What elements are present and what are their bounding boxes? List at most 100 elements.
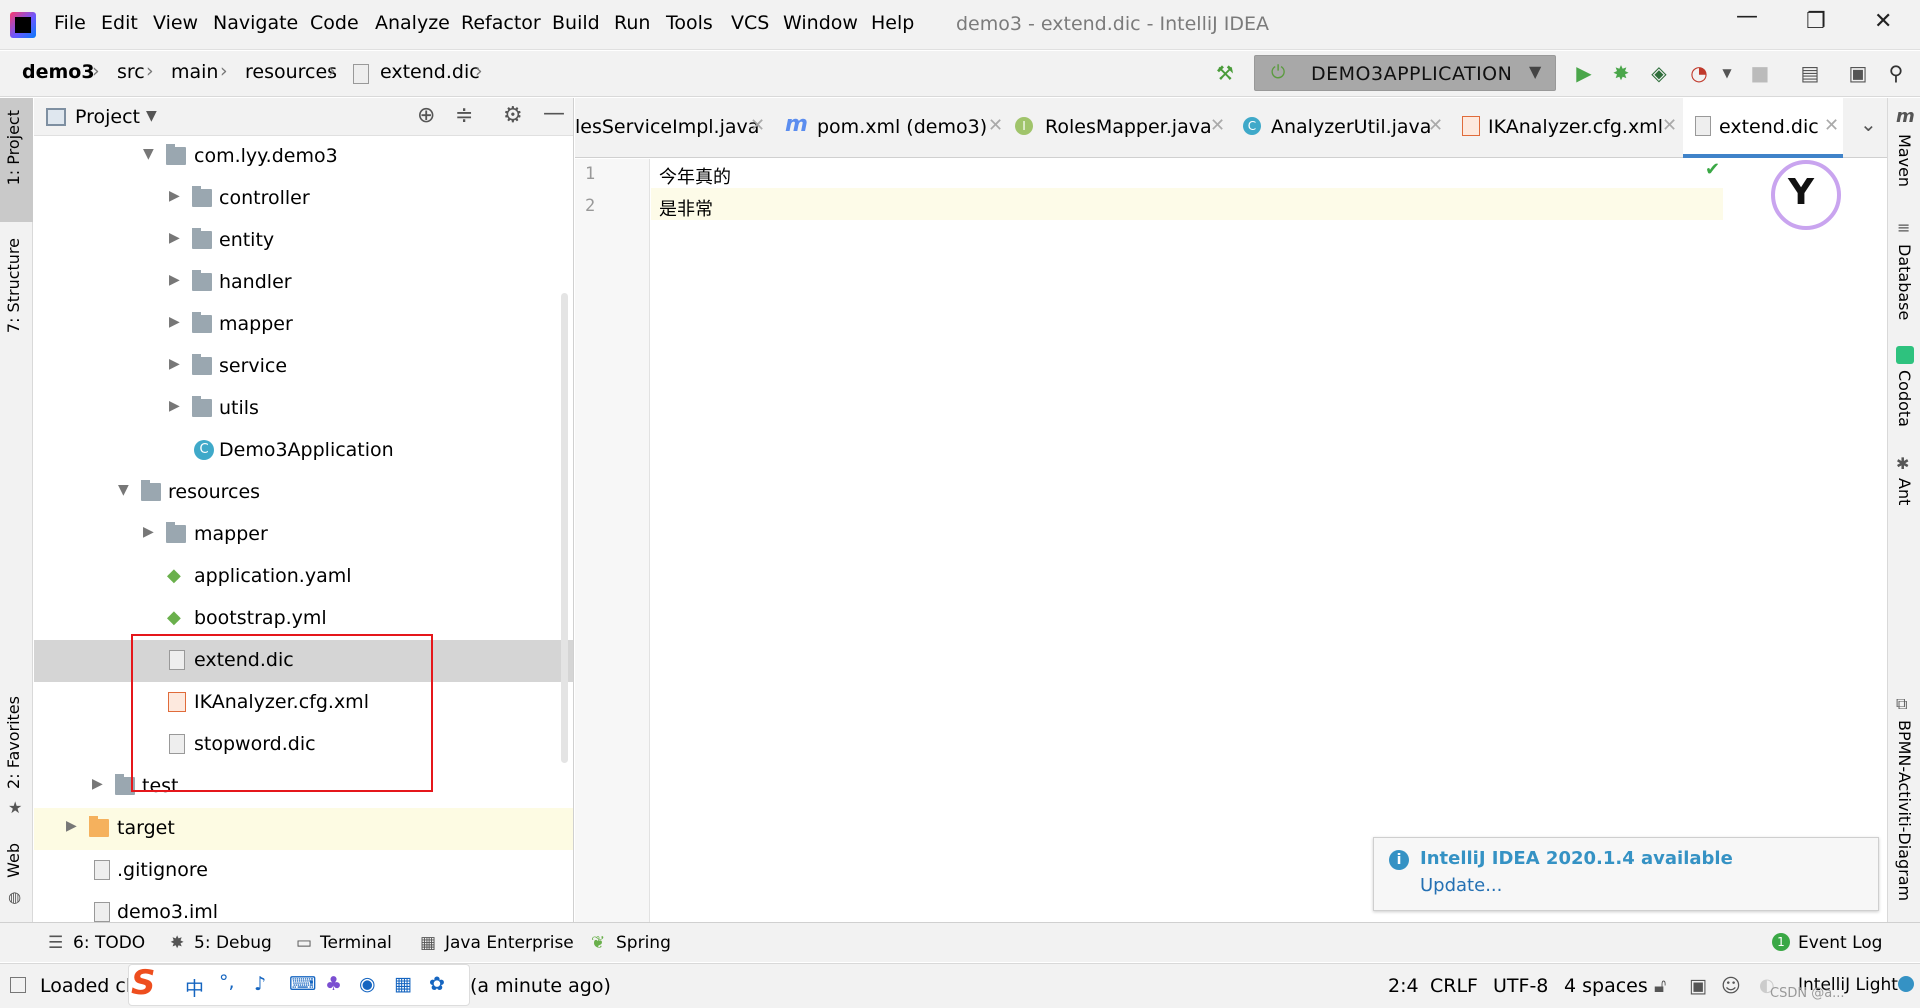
git-icon[interactable]: ▣ xyxy=(1689,975,1707,997)
tree-item-package[interactable]: ▶ mapper xyxy=(34,304,573,346)
tab-roles-mapper[interactable]: I RolesMapper.java ✕ xyxy=(1015,98,1243,158)
menu-tools[interactable]: Tools xyxy=(666,12,713,34)
collapse-arrow-icon[interactable]: ▶ xyxy=(169,398,180,414)
collapse-all-icon[interactable]: ≑ xyxy=(455,103,473,128)
ant-tool-tab[interactable]: Ant xyxy=(1895,478,1914,505)
collapse-arrow-icon[interactable]: ▶ xyxy=(92,776,103,792)
menu-refactor[interactable]: Refactor xyxy=(461,12,541,34)
menu-help[interactable]: Help xyxy=(871,12,914,34)
database-tool-tab[interactable]: Database xyxy=(1895,244,1914,320)
coverage-icon[interactable]: ◈ xyxy=(1647,61,1671,85)
profile-icon[interactable]: ◔ xyxy=(1687,61,1711,85)
toggle-tool-windows-icon[interactable] xyxy=(10,977,26,993)
punctuation-icon[interactable]: °, xyxy=(219,971,235,993)
close-tab-icon[interactable]: ✕ xyxy=(1428,115,1443,136)
menu-run[interactable]: Run xyxy=(614,12,650,34)
line-separator[interactable]: CRLF xyxy=(1430,975,1478,997)
breadcrumb-main[interactable]: main xyxy=(171,61,218,83)
event-log-tool-button[interactable]: Event Log xyxy=(1798,933,1882,953)
menu-view[interactable]: View xyxy=(153,12,198,34)
close-tab-icon[interactable]: ✕ xyxy=(1210,115,1225,136)
menu-analyze[interactable]: Analyze xyxy=(375,12,450,34)
menu-code[interactable]: Code xyxy=(310,12,359,34)
menu-vcs[interactable]: VCS xyxy=(731,12,769,34)
collapse-arrow-icon[interactable]: ▶ xyxy=(169,356,180,372)
menu-edit[interactable]: Edit xyxy=(101,12,138,34)
notification-dot-icon[interactable] xyxy=(1898,976,1914,992)
expand-arrow-icon[interactable]: ▼ xyxy=(118,482,129,498)
breadcrumb-resources[interactable]: resources xyxy=(245,61,337,83)
inspector-icon[interactable]: ☺ xyxy=(1721,975,1741,997)
locate-file-icon[interactable]: ⊕ xyxy=(417,103,435,128)
project-panel-title[interactable]: Project xyxy=(75,106,140,128)
file-encoding[interactable]: UTF-8 xyxy=(1493,975,1548,997)
debug-tool-button[interactable]: 5: Debug xyxy=(194,933,272,953)
project-tool-tab[interactable]: 1: Project xyxy=(0,98,33,222)
tab-pom[interactable]: m pom.xml (demo3) ✕ xyxy=(785,98,1010,158)
codota-assistant-icon[interactable]: Y xyxy=(1771,160,1841,230)
close-tab-icon[interactable]: ✕ xyxy=(988,115,1003,136)
tree-item-package[interactable]: ▼ com.lyy.demo3 xyxy=(34,136,573,178)
project-scrollbar[interactable] xyxy=(561,293,568,763)
web-tool-tab[interactable]: Web xyxy=(4,843,23,878)
search-everywhere-icon[interactable]: ⚲ xyxy=(1884,61,1908,85)
tree-item-file[interactable]: .gitignore xyxy=(34,850,573,892)
tree-item-file[interactable]: demo3.iml xyxy=(34,892,573,922)
tree-item-folder[interactable]: ▶ target xyxy=(34,808,573,850)
breadcrumb-file[interactable]: extend.dic xyxy=(380,61,480,83)
indent-setting[interactable]: 4 spaces xyxy=(1564,975,1648,997)
caret-position[interactable]: 2:4 xyxy=(1388,975,1419,997)
build-hammer-icon[interactable]: ⚒ xyxy=(1213,61,1237,85)
terminal-tool-button[interactable]: Terminal xyxy=(320,933,392,953)
favorites-tool-tab[interactable]: 2: Favorites xyxy=(4,696,23,789)
tree-item-folder[interactable]: ▼ resources xyxy=(34,472,573,514)
todo-tool-button[interactable]: 6: TODO xyxy=(73,933,145,953)
tree-item-package[interactable]: ▶ utils xyxy=(34,388,573,430)
expand-arrow-icon[interactable]: ▼ xyxy=(143,146,154,162)
game-icon[interactable]: ◉ xyxy=(359,973,376,995)
tab-extend-dic[interactable]: extend.dic ✕ xyxy=(1683,98,1843,158)
profile-dropdown-icon[interactable]: ▼ xyxy=(1715,61,1739,85)
collapse-arrow-icon[interactable]: ▶ xyxy=(169,230,180,246)
run-icon[interactable]: ▶ xyxy=(1572,61,1596,85)
code-editor[interactable]: 今年真的 是非常 ✔ Y xyxy=(651,159,1887,922)
menu-navigate[interactable]: Navigate xyxy=(213,12,298,34)
breadcrumb-project[interactable]: demo3 xyxy=(22,61,95,83)
minimize-icon[interactable]: — xyxy=(1736,4,1758,29)
tree-item-package[interactable]: ▶ service xyxy=(34,346,573,388)
collapse-arrow-icon[interactable]: ▶ xyxy=(169,188,180,204)
project-structure-icon[interactable]: ▤ xyxy=(1798,61,1822,85)
tab-analyzer-util[interactable]: C AnalyzerUtil.java ✕ xyxy=(1243,98,1453,158)
collapse-arrow-icon[interactable]: ▶ xyxy=(169,272,180,288)
tree-item-package[interactable]: ▶ entity xyxy=(34,220,573,262)
tree-item-package[interactable]: ▶ handler xyxy=(34,262,573,304)
codota-tool-tab[interactable]: Codota xyxy=(1895,370,1914,427)
gear-icon[interactable]: ⚙ xyxy=(503,103,523,128)
java-enterprise-tool-button[interactable]: Java Enterprise xyxy=(445,933,574,953)
close-window-icon[interactable]: ✕ xyxy=(1874,9,1892,34)
close-tab-icon[interactable]: ✕ xyxy=(750,115,765,136)
apps-icon[interactable]: ▦ xyxy=(394,973,412,995)
skin-icon[interactable]: ♣ xyxy=(325,973,342,995)
spring-tool-button[interactable]: Spring xyxy=(616,933,671,953)
structure-tool-tab[interactable]: 7: Structure xyxy=(4,238,23,333)
bpmn-tool-tab[interactable]: BPMN-Activiti-Diagram xyxy=(1895,720,1914,901)
microphone-icon[interactable]: ♪ xyxy=(254,973,266,995)
stop-icon[interactable]: ■ xyxy=(1748,61,1772,85)
hide-panel-icon[interactable]: — xyxy=(543,101,565,126)
inspection-ok-icon[interactable]: ✔ xyxy=(1705,159,1720,180)
chevron-down-icon[interactable]: ▼ xyxy=(146,108,157,124)
menu-window[interactable]: Window xyxy=(783,12,858,34)
menu-build[interactable]: Build xyxy=(552,12,600,34)
tree-item-package[interactable]: ▶ controller xyxy=(34,178,573,220)
collapse-arrow-icon[interactable]: ▶ xyxy=(66,818,77,834)
debug-icon[interactable]: ✸ xyxy=(1609,61,1633,85)
tab-ikanalyzer-cfg[interactable]: IKAnalyzer.cfg.xml ✕ xyxy=(1462,98,1692,158)
restore-icon[interactable]: ❐ xyxy=(1806,9,1826,34)
tree-item-file[interactable]: ◆ application.yaml xyxy=(34,556,573,598)
lock-icon[interactable]: 🔓︎ xyxy=(1654,975,1666,997)
keyboard-icon[interactable]: ⌨ xyxy=(289,973,316,995)
tab-service-impl[interactable]: lesServiceImpl.java ✕ xyxy=(575,98,770,158)
tree-item-folder[interactable]: ▶ mapper xyxy=(34,514,573,556)
tree-item-class[interactable]: C Demo3Application xyxy=(34,430,573,472)
